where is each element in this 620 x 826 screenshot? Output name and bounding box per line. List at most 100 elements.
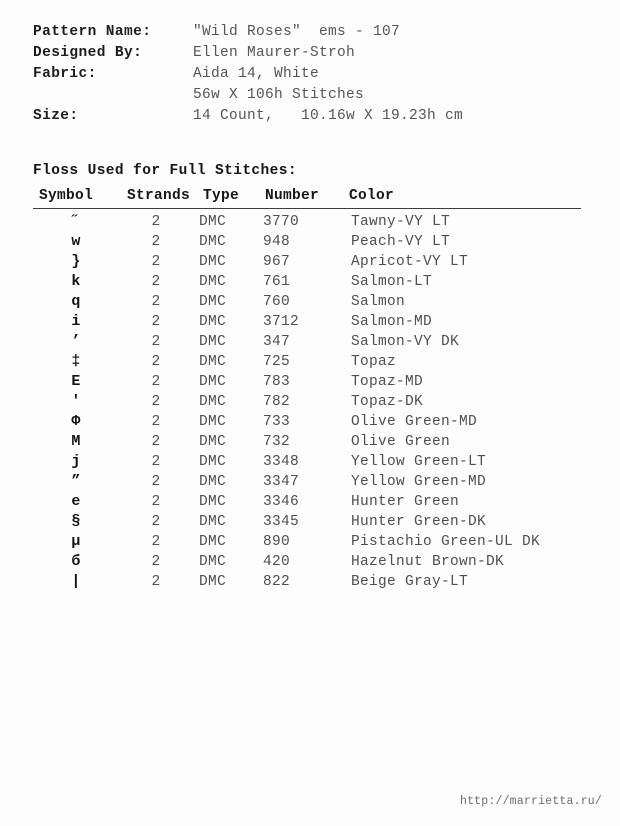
cell-color: Yellow Green-LT <box>351 454 487 470</box>
column-header-symbol: Symbol <box>39 188 94 204</box>
cell-number: 948 <box>263 234 291 250</box>
cell-symbol: ' <box>71 393 81 410</box>
pattern-info-header: Pattern Name: "Wild Roses" ems - 107 Des… <box>33 22 593 127</box>
cell-symbol: k <box>71 273 81 290</box>
cell-color: Topaz-MD <box>351 374 424 390</box>
cell-number: 733 <box>263 414 291 430</box>
table-row: § 2 DMC 3345 Hunter Green-DK <box>33 512 585 532</box>
cell-symbol: § <box>71 513 81 530</box>
table-row: } 2 DMC 967 Apricot-VY LT <box>33 252 585 272</box>
cell-symbol: µ <box>71 533 81 550</box>
cell-number: 761 <box>263 274 291 290</box>
cell-strands: 2 <box>151 554 161 570</box>
cell-type: DMC <box>199 374 227 390</box>
cell-symbol: ˝ <box>71 213 81 230</box>
cell-number: 3348 <box>263 454 300 470</box>
cell-color: Salmon-MD <box>351 314 433 330</box>
table-row: E 2 DMC 783 Topaz-MD <box>33 372 585 392</box>
cell-number: 782 <box>263 394 291 410</box>
table-row: ‡ 2 DMC 725 Topaz <box>33 352 585 372</box>
table-row: ’ 2 DMC 347 Salmon-VY DK <box>33 332 585 352</box>
cell-strands: 2 <box>151 254 161 270</box>
cell-symbol: q <box>71 293 81 310</box>
cell-type: DMC <box>199 514 227 530</box>
table-row: M 2 DMC 732 Olive Green <box>33 432 585 452</box>
cell-strands: 2 <box>151 474 161 490</box>
table-row: j 2 DMC 3348 Yellow Green-LT <box>33 452 585 472</box>
cell-strands: 2 <box>151 514 161 530</box>
cell-type: DMC <box>199 274 227 290</box>
cell-symbol: j <box>71 453 81 470</box>
cell-color: Topaz <box>351 354 397 370</box>
cell-strands: 2 <box>151 434 161 450</box>
cell-type: DMC <box>199 234 227 250</box>
stitch-count-value: 56w X 106h Stitches <box>193 87 365 103</box>
table-row: i 2 DMC 3712 Salmon-MD <box>33 312 585 332</box>
table-row: e 2 DMC 3346 Hunter Green <box>33 492 585 512</box>
cell-type: DMC <box>199 474 227 490</box>
cell-number: 822 <box>263 574 291 590</box>
cell-color: Olive Green <box>351 434 451 450</box>
table-row: q 2 DMC 760 Salmon <box>33 292 585 312</box>
column-header-color: Color <box>349 188 395 204</box>
source-watermark: http://marrietta.ru/ <box>459 795 602 808</box>
cell-color: Hazelnut Brown-DK <box>351 554 505 570</box>
cell-color: Yellow Green-MD <box>351 474 487 490</box>
cell-color: Tawny-VY LT <box>351 214 451 230</box>
table-header-row: Symbol Strands Type Number Color <box>33 186 585 206</box>
cell-number: 760 <box>263 294 291 310</box>
cell-number: 732 <box>263 434 291 450</box>
pattern-name-value: "Wild Roses" ems - 107 <box>193 24 401 40</box>
cell-symbol: i <box>71 313 81 330</box>
cell-type: DMC <box>199 454 227 470</box>
cell-type: DMC <box>199 394 227 410</box>
cell-type: DMC <box>199 214 227 230</box>
cell-color: Hunter Green-DK <box>351 514 487 530</box>
cell-color: Salmon <box>351 294 406 310</box>
cell-strands: 2 <box>151 274 161 290</box>
cell-number: 347 <box>263 334 291 350</box>
designed-by-value: Ellen Maurer-Stroh <box>193 45 356 61</box>
pattern-document-page: Pattern Name: "Wild Roses" ems - 107 Des… <box>0 0 620 826</box>
cell-symbol: ’ <box>71 333 81 350</box>
column-header-strands: Strands <box>127 188 191 204</box>
cell-strands: 2 <box>151 414 161 430</box>
cell-strands: 2 <box>151 374 161 390</box>
cell-color: Salmon-LT <box>351 274 433 290</box>
cell-color: Salmon-VY DK <box>351 334 460 350</box>
cell-type: DMC <box>199 494 227 510</box>
fabric-label: Fabric: <box>33 66 97 82</box>
table-row: µ 2 DMC 890 Pistachio Green-UL DK <box>33 532 585 552</box>
column-header-type: Type <box>203 188 240 204</box>
cell-strands: 2 <box>151 454 161 470</box>
cell-symbol: } <box>71 253 81 270</box>
cell-number: 3346 <box>263 494 300 510</box>
cell-color: Topaz-DK <box>351 394 424 410</box>
size-label: Size: <box>33 108 79 124</box>
table-row: ” 2 DMC 3347 Yellow Green-MD <box>33 472 585 492</box>
cell-strands: 2 <box>151 214 161 230</box>
cell-symbol: ” <box>71 473 81 490</box>
cell-color: Beige Gray-LT <box>351 574 469 590</box>
cell-type: DMC <box>199 334 227 350</box>
cell-color: Peach-VY LT <box>351 234 451 250</box>
cell-type: DMC <box>199 254 227 270</box>
pattern-name-label: Pattern Name: <box>33 24 152 40</box>
cell-symbol: e <box>71 493 81 510</box>
cell-number: 725 <box>263 354 291 370</box>
cell-strands: 2 <box>151 494 161 510</box>
cell-number: 3712 <box>263 314 300 330</box>
pattern-info-row: Fabric: Aida 14, White <box>33 64 593 85</box>
cell-symbol: w <box>71 233 81 250</box>
floss-section-title: Floss Used for Full Stitches: <box>33 163 297 179</box>
header-divider <box>33 208 581 209</box>
cell-type: DMC <box>199 414 227 430</box>
cell-symbol: Φ <box>71 413 81 430</box>
fabric-value: Aida 14, White <box>193 66 320 82</box>
cell-number: 3347 <box>263 474 300 490</box>
cell-color: Olive Green-MD <box>351 414 478 430</box>
table-row: ˝ 2 DMC 3770 Tawny-VY LT <box>33 212 585 232</box>
cell-number: 420 <box>263 554 291 570</box>
cell-type: DMC <box>199 554 227 570</box>
cell-number: 890 <box>263 534 291 550</box>
